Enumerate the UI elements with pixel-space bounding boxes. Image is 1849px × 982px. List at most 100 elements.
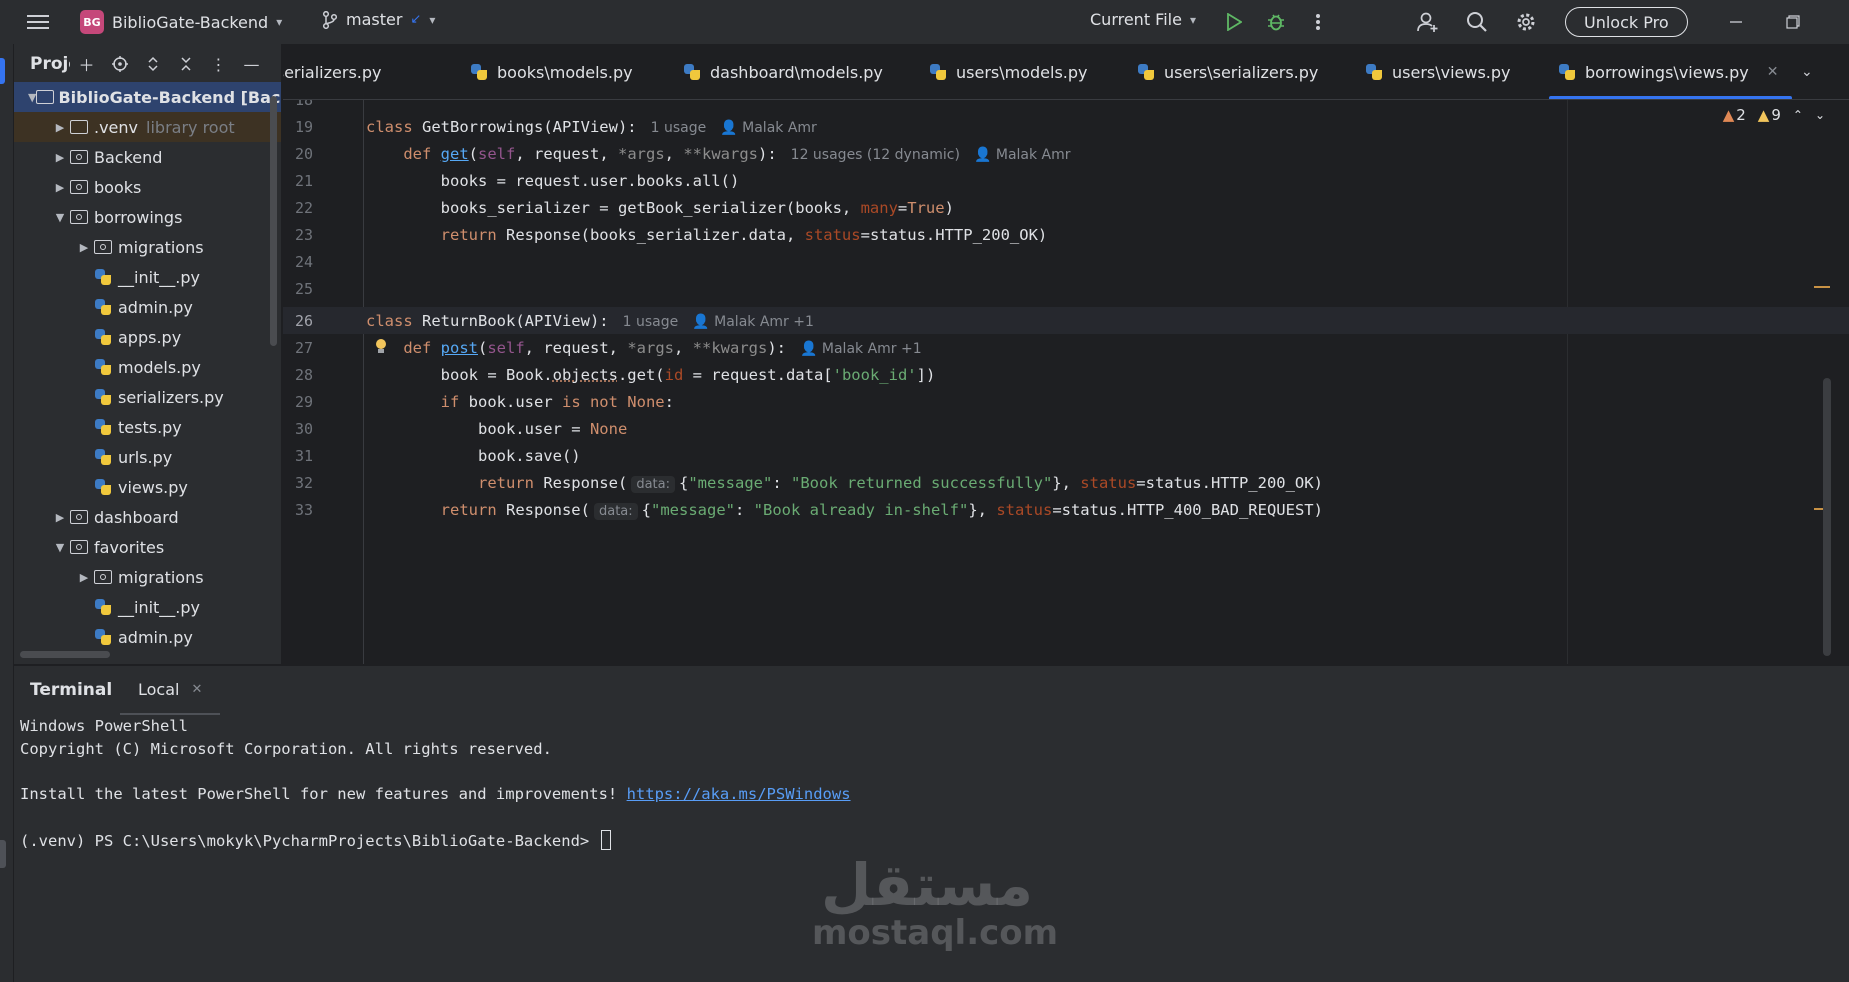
tree-node-favorites[interactable]: ▼ favorites [14, 532, 281, 562]
tree-node-file[interactable]: __init__.py [14, 262, 281, 292]
author-hint[interactable]: 👤 Malak Amr +1 [692, 314, 814, 330]
hide-panel-icon[interactable]: — [235, 49, 268, 79]
tree-node-books[interactable]: ▶ books [14, 172, 281, 202]
debug-icon[interactable] [1260, 6, 1292, 38]
tree-node-file[interactable]: serializers.py [14, 382, 281, 412]
tree-node-backend[interactable]: ▶ Backend [14, 142, 281, 172]
tab-dashboard-models[interactable]: dashboard\models.py [684, 44, 883, 99]
add-user-icon[interactable] [1412, 6, 1444, 38]
tree-node-file[interactable]: urls.py [14, 442, 281, 472]
tree-node-file[interactable]: apps.py [14, 322, 281, 352]
terminal-tool-button[interactable] [0, 840, 6, 868]
close-tab-icon[interactable]: ✕ [191, 682, 202, 697]
tree-node-file[interactable]: views.py [14, 472, 281, 502]
line-number: 25 [294, 279, 313, 298]
branch-selector[interactable]: master ↙ ▾ [322, 10, 435, 29]
chevron-down-icon[interactable]: ▼ [52, 211, 68, 224]
gear-icon[interactable] [1510, 6, 1542, 38]
project-selector[interactable]: BG BiblioGate-Backend ▾ [80, 10, 282, 34]
collapse-all-icon[interactable] [169, 49, 202, 79]
tree-node-file[interactable]: admin.py [14, 622, 281, 652]
chevron-right-icon[interactable]: ▶ [52, 121, 68, 134]
tree-node-migrations[interactable]: ▶ migrations [14, 562, 281, 592]
new-file-icon[interactable]: ＋ [70, 49, 103, 79]
tab-users-models[interactable]: users\models.py [930, 44, 1088, 99]
tree-node-label: Backend [94, 147, 163, 167]
usage-hint[interactable]: 1 usage [651, 120, 707, 136]
code-text: books_serializer = getBook_serializer(bo… [366, 198, 954, 217]
tree-node-migrations[interactable]: ▶ migrations [14, 232, 281, 262]
tree-node-file[interactable]: __init__.py [14, 592, 281, 622]
tab-borrowings-views[interactable]: borrowings\views.py ✕ [1548, 44, 1793, 99]
editor-scrollbar[interactable] [1823, 378, 1831, 656]
chevron-right-icon[interactable]: ▶ [52, 151, 68, 164]
tree-node-borrowings[interactable]: ▼ borrowings [14, 202, 281, 232]
code-line: 24 [283, 248, 1849, 275]
tree-node-file[interactable]: admin.py [14, 292, 281, 322]
usage-hint[interactable]: 12 usages (12 dynamic) [791, 147, 960, 163]
code-editor[interactable]: ▲2 ▲9 ⌃ ⌄ 18 19 class GetBorrowings(APIV… [283, 100, 1849, 664]
minimize-window-icon[interactable] [1720, 6, 1752, 38]
tree-node-file[interactable]: models.py [14, 352, 281, 382]
terminal-line: Install the latest PowerShell for new fe… [20, 785, 851, 803]
line-number: 27 [294, 338, 313, 357]
code-line: 33 return Response(data: {"message": "Boo… [283, 496, 1849, 523]
chevron-down-icon[interactable]: ▼ [52, 541, 68, 554]
unlock-pro-button[interactable]: Unlock Pro [1565, 7, 1688, 37]
author-hint[interactable]: 👤 Malak Amr [974, 147, 1071, 163]
tab-label: borrowings\views.py [1585, 62, 1749, 82]
line-number: 24 [294, 252, 313, 271]
tab-books-serializers[interactable]: books\serializers.py [283, 44, 382, 99]
code-line: 19 class GetBorrowings(APIView): 1 usage 👤… [283, 113, 1849, 140]
restore-window-icon[interactable] [1777, 6, 1809, 38]
main-menu-icon[interactable] [22, 6, 54, 38]
author-hint[interactable]: 👤 Malak Amr +1 [800, 341, 922, 357]
project-badge: BG [80, 10, 104, 34]
terminal-line: Windows PowerShell [20, 717, 188, 735]
python-file-icon [1559, 64, 1575, 80]
line-number: 20 [294, 144, 313, 163]
terminal-title: Terminal [30, 680, 113, 700]
editor-tabs: books\serializers.py books\models.py das… [283, 44, 1849, 100]
chevron-right-icon[interactable]: ▶ [52, 511, 68, 524]
run-config-selector[interactable]: Current File ▾ [1090, 10, 1196, 29]
terminal-prompt[interactable]: (.venv) PS C:\Users\mokyk\PycharmProject… [20, 830, 611, 850]
project-vertical-scrollbar[interactable] [270, 96, 277, 346]
code-line: 31 book.save() [283, 442, 1849, 469]
author-hint[interactable]: 👤 Malak Amr [720, 120, 817, 136]
chevron-down-icon[interactable]: ▼ [28, 91, 36, 104]
tree-node-file[interactable]: tests.py [14, 412, 281, 442]
tab-users-views[interactable]: users\views.py [1366, 44, 1511, 99]
chevron-right-icon[interactable]: ▶ [76, 571, 92, 584]
tree-node-root[interactable]: ▼ BiblioGate-Backend [Backend] [14, 82, 281, 112]
expand-all-icon[interactable] [136, 49, 169, 79]
line-number: 26 [294, 311, 313, 330]
chevron-right-icon[interactable]: ▶ [52, 181, 68, 194]
terminal-tab-local[interactable]: Local ✕ [119, 680, 221, 717]
more-actions-icon[interactable] [1302, 6, 1334, 38]
warning-stripe-marker[interactable] [1814, 286, 1830, 288]
project-tool-button[interactable] [0, 58, 5, 84]
chevron-right-icon[interactable]: ▶ [76, 241, 92, 254]
close-tab-icon[interactable]: ✕ [1767, 64, 1779, 80]
author-name: Malak Amr +1 [821, 340, 922, 357]
tree-node-dashboard[interactable]: ▶ dashboard [14, 502, 281, 532]
code-text: return Response(books_serializer.data, s… [440, 225, 1048, 244]
tab-users-serializers[interactable]: users\serializers.py [1138, 44, 1318, 99]
options-icon[interactable]: ⋮ [202, 49, 235, 79]
tree-node-label: views.py [118, 477, 188, 497]
search-icon[interactable] [1461, 6, 1493, 38]
tree-node-venv[interactable]: ▶ .venv library root [14, 112, 281, 142]
tab-books-models[interactable]: books\models.py [471, 44, 633, 99]
param-inlay-hint: data: [593, 502, 638, 520]
tab-list-button[interactable]: ⌄ [1801, 44, 1813, 99]
usage-hint[interactable]: 1 usage [623, 314, 679, 330]
project-horizontal-scrollbar[interactable] [20, 651, 110, 658]
author-name: Malak Amr +1 [714, 313, 814, 330]
project-panel-title[interactable]: Project [30, 54, 70, 74]
powershell-link[interactable]: https://aka.ms/PSWindows [627, 785, 851, 803]
run-icon[interactable] [1218, 6, 1250, 38]
locate-file-icon[interactable] [103, 49, 136, 79]
line-number: 21 [294, 171, 313, 190]
python-file-icon [684, 64, 700, 80]
